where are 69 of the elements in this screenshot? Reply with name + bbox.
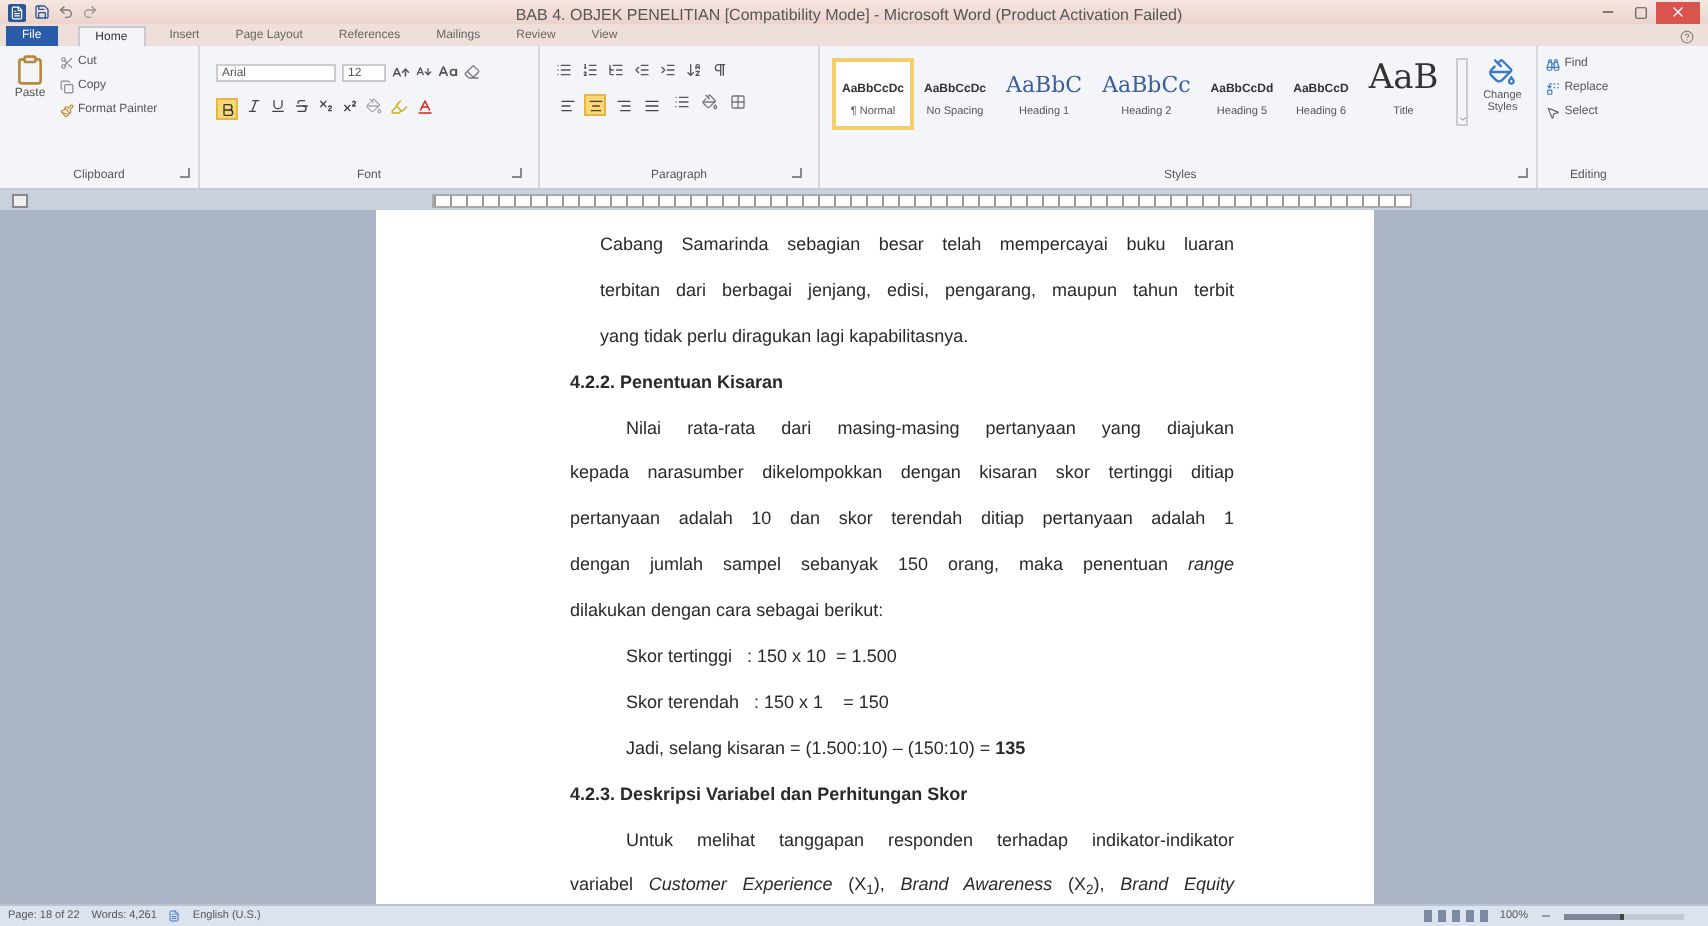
- style-preview: AaBbC: [1006, 73, 1083, 96]
- document-text-line: Skor terendah : 150 x 1 = 150: [624, 689, 891, 716]
- binoculars-icon: [1546, 58, 1561, 72]
- align-icon: [643, 97, 659, 113]
- paintbrush-icon: [60, 104, 74, 118]
- gallery-scrollbar[interactable]: [1456, 58, 1469, 126]
- document-text-line: variabel Customer Experience (X$_{1}$), Brand Awareness (X$_{2}$), Brand Equity: [570, 872, 1234, 903]
- grow-font-icon[interactable]: [392, 63, 410, 81]
- sort-icon[interactable]: [686, 62, 702, 78]
- shading-icon[interactable]: [702, 94, 718, 110]
- document-text-line: dilakukan dengan cara sebagai berikut:: [570, 598, 886, 625]
- underline-icon[interactable]: [270, 98, 286, 114]
- bold-icon: [219, 101, 235, 117]
- shrink-font-icon[interactable]: [416, 64, 432, 80]
- document-text-line: Skor tertinggi : 150 x 10 = 1.500: [624, 644, 899, 671]
- close-icon: [1670, 4, 1686, 20]
- undo-icon[interactable]: [58, 4, 74, 20]
- close-button[interactable]: [1656, 1, 1700, 23]
- pointer-icon: [1546, 106, 1561, 120]
- document-text-line: Nilai rata-rata dari masing-masing pertanyaan yang diajukan: [624, 415, 1234, 442]
- view-buttons-icon[interactable]: [1423, 910, 1488, 922]
- bold-button[interactable]: [216, 98, 238, 120]
- bullets-icon[interactable]: [556, 62, 572, 78]
- document-text-line: yang tidak perlu diragukan lagi kapabilitasnya.: [598, 323, 971, 350]
- dialog-launcher-icon[interactable]: [1518, 167, 1529, 177]
- dialog-launcher-icon[interactable]: [180, 167, 190, 177]
- document-text-line: Untuk melihat tanggapan responden terhadap indikator-indikator: [624, 827, 1234, 854]
- numbering-icon[interactable]: [582, 62, 598, 78]
- document-text-line: terbitan dari berbagai jenjang, edisi, pengarang, maupun tahun terbit: [598, 277, 1234, 304]
- style-preview: AaBbCc: [1102, 73, 1191, 96]
- multilevel-list-icon[interactable]: [608, 62, 624, 78]
- document-text-line: Jadi, selang kisaran = (1.500:10) – (150:10) = 135: [624, 735, 1028, 762]
- italic-icon[interactable]: [246, 98, 262, 114]
- dialog-launcher-icon[interactable]: [512, 167, 522, 177]
- save-icon[interactable]: [34, 4, 50, 20]
- help-icon[interactable]: [1680, 30, 1694, 44]
- superscript-icon[interactable]: [342, 98, 358, 114]
- ruler[interactable]: [432, 193, 1412, 207]
- align-icon: [615, 97, 631, 113]
- maximize-icon: [1633, 5, 1647, 19]
- increase-indent-icon[interactable]: [660, 62, 676, 78]
- chevron-down-icon: [1457, 114, 1468, 124]
- section-heading: 4.2.2. Penentuan Kisaran: [570, 369, 786, 396]
- scissors-icon: [60, 56, 74, 70]
- dialog-launcher-icon[interactable]: [792, 167, 802, 177]
- clear-formatting-icon[interactable]: [464, 64, 480, 80]
- decrease-indent-icon[interactable]: [634, 62, 650, 78]
- document-text-line: dengan jumlah sampel sebanyak 150 orang, maka penentuan range: [570, 552, 1234, 579]
- zoom-slider[interactable]: [1564, 913, 1684, 919]
- align-button[interactable]: [584, 94, 606, 116]
- align-icon: [559, 97, 575, 113]
- subscript-icon[interactable]: [318, 98, 334, 114]
- pilcrow-icon[interactable]: [712, 62, 728, 78]
- align-icon: [587, 97, 603, 113]
- ruler-toggle-icon[interactable]: [12, 193, 28, 207]
- change-case-icon[interactable]: [438, 62, 458, 82]
- document-text-line: Cabang Samarinda sebagian besar telah mempercayai buku luaran: [598, 232, 1234, 258]
- borders-icon[interactable]: [730, 94, 746, 110]
- document-text-line: pertanyaan adalah 10 dan skor terendah ditiap pertanyaan adalah 1: [570, 506, 1234, 533]
- section-heading: 4.2.3. Deskripsi Variabel dan Perhitungan Skor: [570, 781, 970, 808]
- line-spacing-icon[interactable]: [674, 94, 690, 110]
- copy-icon: [60, 80, 74, 94]
- font-color-icon[interactable]: [416, 98, 434, 116]
- proofing-icon[interactable]: [168, 910, 181, 922]
- window-title: BAB 4. OBJEK PENELITIAN [Compatibility Mode] - Microsoft Word (Product Activation Failed): [515, 6, 1183, 24]
- style-preview: AaB: [1368, 61, 1439, 96]
- clipboard-icon: [14, 54, 46, 86]
- strikethrough-icon[interactable]: [294, 98, 310, 114]
- document-text-line: kepada narasumber dikelompokkan dengan kisaran skor tertinggi ditiap: [570, 460, 1234, 487]
